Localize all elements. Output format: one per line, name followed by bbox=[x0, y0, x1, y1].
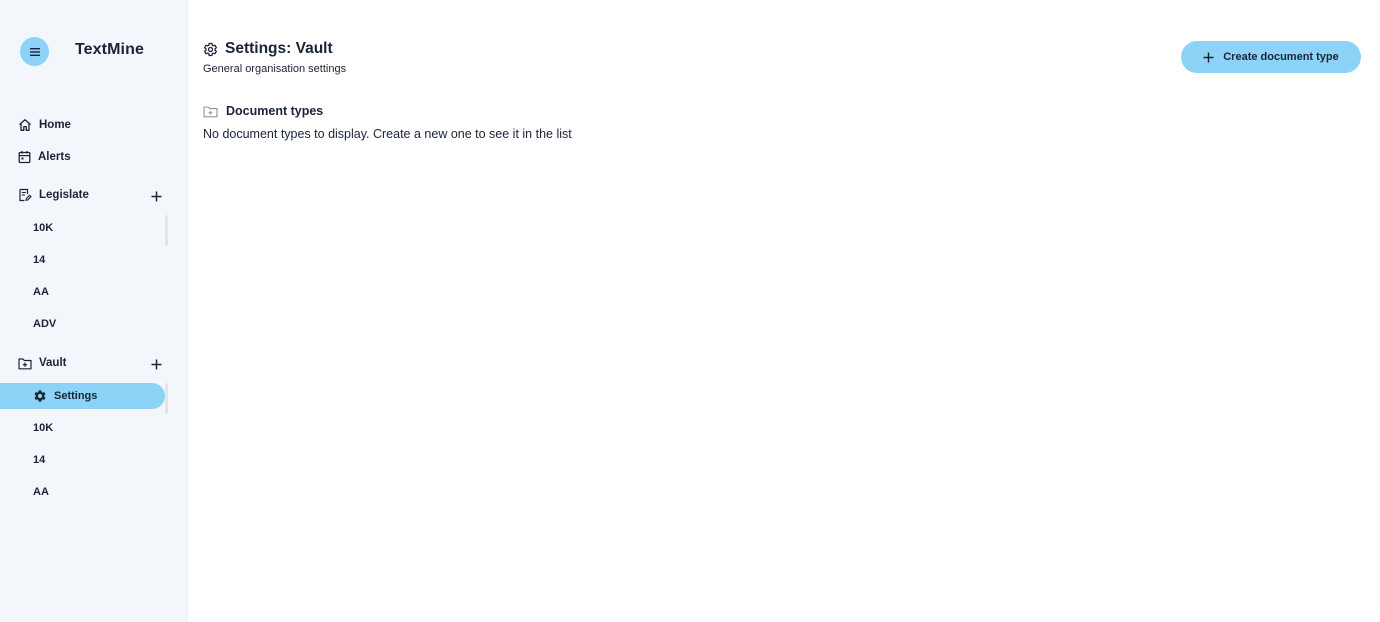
page-title-text: Settings: Vault bbox=[225, 40, 333, 57]
legislate-item[interactable]: AA bbox=[33, 283, 49, 301]
vault-item[interactable]: 10K bbox=[33, 419, 53, 437]
calendar-icon bbox=[18, 151, 31, 164]
vault-settings-item[interactable]: Settings bbox=[0, 383, 165, 409]
sidebar: TextMine Home Alerts Legislate 10K 14 AA… bbox=[0, 0, 188, 622]
document-types-title: Document types bbox=[226, 104, 324, 118]
empty-state-message: No document types to display. Create a n… bbox=[203, 127, 572, 141]
add-legislate-button[interactable] bbox=[148, 188, 164, 204]
folder-icon bbox=[203, 105, 218, 117]
add-vault-button[interactable] bbox=[148, 356, 164, 372]
nav-item-alerts[interactable]: Alerts bbox=[18, 147, 71, 167]
vault-scrollbar[interactable] bbox=[165, 383, 168, 414]
hamburger-menu-icon bbox=[29, 47, 40, 56]
nav-item-legislate-label: Legislate bbox=[39, 189, 89, 201]
vault-settings-label: Settings bbox=[54, 390, 98, 402]
nav-item-alerts-label: Alerts bbox=[38, 151, 71, 163]
brand-name: TextMine bbox=[75, 41, 144, 58]
plus-icon bbox=[151, 359, 161, 369]
plus-icon bbox=[151, 191, 161, 201]
vault-item[interactable]: 14 bbox=[33, 451, 45, 469]
nav-item-home[interactable]: Home bbox=[18, 115, 71, 135]
plus-icon bbox=[1203, 52, 1214, 62]
folder-add-icon bbox=[18, 357, 32, 369]
legislate-item[interactable]: ADV bbox=[33, 315, 56, 333]
document-edit-icon bbox=[19, 188, 32, 202]
nav-item-vault[interactable]: Vault bbox=[18, 353, 66, 373]
home-icon bbox=[19, 119, 31, 131]
page-title: Settings: Vault bbox=[203, 40, 333, 58]
page-subtitle: General organisation settings bbox=[203, 63, 347, 75]
gear-icon bbox=[34, 390, 46, 402]
legislate-scrollbar[interactable] bbox=[165, 215, 168, 246]
nav-item-legislate[interactable]: Legislate bbox=[18, 185, 89, 205]
nav-item-vault-label: Vault bbox=[39, 357, 67, 369]
menu-toggle-button[interactable] bbox=[20, 37, 49, 66]
gear-outline-icon bbox=[204, 42, 217, 56]
vault-item[interactable]: AA bbox=[33, 483, 49, 501]
legislate-item[interactable]: 10K bbox=[33, 219, 53, 237]
nav-item-home-label: Home bbox=[39, 119, 71, 131]
document-types-heading: Document types bbox=[203, 104, 323, 118]
create-document-type-button[interactable]: Create document type bbox=[1181, 41, 1361, 73]
create-document-type-label: Create document type bbox=[1223, 51, 1339, 63]
legislate-item[interactable]: 14 bbox=[33, 251, 45, 269]
